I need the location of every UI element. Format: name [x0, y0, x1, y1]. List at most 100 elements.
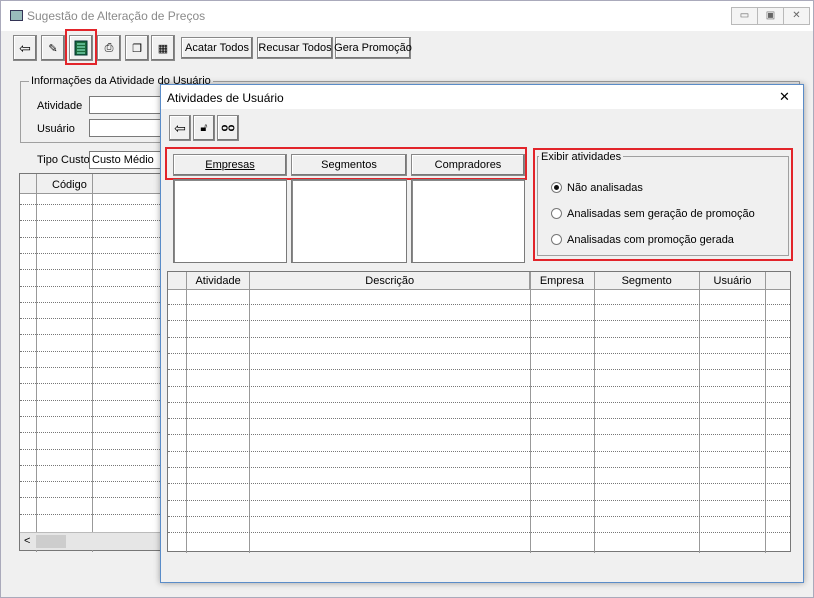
- radio-label-analisadas-com[interactable]: Analisadas com promoção gerada: [567, 234, 734, 246]
- segmentos-button[interactable]: Segmentos: [291, 154, 407, 176]
- col-divider: [36, 174, 37, 552]
- segmentos-list[interactable]: [291, 179, 407, 263]
- table-row: [168, 418, 790, 420]
- radio-label-nao-analisadas[interactable]: Não analisadas: [567, 182, 643, 194]
- compradores-button[interactable]: Compradores: [411, 154, 525, 176]
- table-row: [20, 269, 160, 271]
- app-icon: [10, 10, 23, 21]
- toolbar-highlight: [65, 29, 97, 65]
- binoculars-icon: ᴑᴑ: [221, 122, 235, 134]
- col-divider: [594, 272, 595, 553]
- col-divider: [249, 272, 250, 553]
- codigo-header: Código: [52, 179, 87, 191]
- dialog-exit-button[interactable]: ⇦: [169, 115, 191, 141]
- gera-promocao-button[interactable]: Gera Promoção: [334, 37, 412, 59]
- maximize-button[interactable]: ▣: [757, 7, 784, 25]
- edit-button[interactable]: ✎: [41, 35, 65, 61]
- usuario-header: Usuário: [699, 272, 767, 289]
- scroll-thumb[interactable]: [36, 535, 66, 548]
- table-row: [20, 497, 160, 499]
- calendar-button[interactable]: ▦: [151, 35, 175, 61]
- table-row: [20, 464, 160, 466]
- table-row: [168, 450, 790, 452]
- radio-analisadas-com[interactable]: [551, 234, 562, 245]
- exit-icon: ⇦: [19, 39, 31, 56]
- table-row: [20, 204, 160, 205]
- table-row: [20, 285, 160, 287]
- main-table-header: [20, 174, 160, 194]
- table-row: [20, 220, 160, 222]
- empresa-header: Empresa: [530, 272, 595, 289]
- minimize-button[interactable]: ▭: [731, 7, 758, 25]
- table-row: [168, 336, 790, 338]
- atividades-table[interactable]: Atividade Descrição Empresa Segmento Usu…: [167, 271, 791, 553]
- table-row: [168, 320, 790, 322]
- exit-button[interactable]: ⇦: [13, 35, 37, 61]
- table-row: [168, 467, 790, 468]
- horizontal-scrollbar[interactable]: <: [20, 532, 160, 550]
- tipo-custo-select[interactable]: Custo Médio: [89, 151, 161, 169]
- col-divider: [92, 174, 93, 552]
- atividade-field[interactable]: [89, 96, 161, 114]
- usuario-label: Usuário: [37, 123, 75, 135]
- col-divider: [186, 272, 187, 553]
- atividade-header: Atividade: [186, 272, 251, 289]
- atividades-dialog: Atividades de Usuário ✕ ⇦ 🔓︎ ᴑᴑ Empresas…: [160, 84, 804, 583]
- table-row: [168, 401, 790, 403]
- atividade-label: Atividade: [37, 100, 83, 112]
- table-row: [20, 448, 160, 450]
- exibir-label: Exibir atividades: [539, 151, 624, 163]
- empresas-button[interactable]: Empresas: [173, 154, 287, 176]
- close-button[interactable]: ✕: [783, 7, 810, 25]
- radio-nao-analisadas[interactable]: [551, 182, 562, 193]
- descricao-header: Descrição: [250, 272, 531, 289]
- table-row: [20, 432, 160, 434]
- table-row: [168, 385, 790, 387]
- window-title: Sugestão de Alteração de Preços: [27, 9, 206, 23]
- dialog-titlebar: Atividades de Usuário ✕: [161, 85, 803, 109]
- dialog-unlock-button[interactable]: 🔓︎: [193, 115, 215, 141]
- col-divider: [530, 272, 531, 553]
- acatar-todos-button[interactable]: Acatar Todos: [181, 37, 253, 59]
- scroll-left-icon[interactable]: <: [24, 535, 30, 547]
- table-row: [168, 369, 790, 371]
- table-row: [168, 483, 790, 485]
- main-titlebar: Sugestão de Alteração de Preços ▭ ▣ ✕: [1, 1, 813, 31]
- usuario-field[interactable]: [89, 119, 161, 137]
- table-row: [20, 415, 160, 417]
- table-row: [20, 350, 160, 352]
- table-row: [20, 367, 160, 368]
- segmento-header: Segmento: [594, 272, 700, 289]
- atividades-header: Atividade Descrição Empresa Segmento Usu…: [168, 272, 791, 290]
- table-row: [20, 318, 160, 320]
- empresas-list[interactable]: [173, 179, 287, 263]
- table-row: [20, 236, 160, 238]
- copy-button[interactable]: ❐: [125, 35, 149, 61]
- compradores-list[interactable]: [411, 179, 525, 263]
- table-row: [168, 434, 790, 436]
- table-row: [20, 252, 160, 254]
- table-row: [20, 399, 160, 401]
- table-row: [20, 301, 160, 303]
- table-row: [20, 334, 160, 336]
- col-divider: [765, 272, 766, 553]
- row-selector-header: [168, 272, 187, 289]
- copy-icon: ❐: [132, 42, 142, 55]
- recusar-todos-button[interactable]: Recusar Todos: [257, 37, 333, 59]
- radio-label-analisadas-sem[interactable]: Analisadas sem geração de promoção: [567, 208, 755, 220]
- table-row: [20, 481, 160, 483]
- radio-analisadas-sem[interactable]: [551, 208, 562, 219]
- table-row: [168, 304, 790, 305]
- dialog-close-button[interactable]: ✕: [779, 89, 790, 105]
- dialog-search-button[interactable]: ᴑᴑ: [217, 115, 239, 141]
- calendar-icon: ▦: [157, 42, 169, 55]
- col-divider: [699, 272, 700, 553]
- main-table[interactable]: Código <: [19, 173, 161, 552]
- table-row: [20, 513, 160, 515]
- table-row: [168, 515, 790, 517]
- print-button[interactable]: ⎙: [97, 35, 121, 61]
- table-row: [168, 352, 790, 354]
- filler-header: [766, 272, 791, 289]
- exit-icon: ⇦: [174, 119, 186, 136]
- tipo-custo-label: Tipo Custo: [37, 154, 90, 166]
